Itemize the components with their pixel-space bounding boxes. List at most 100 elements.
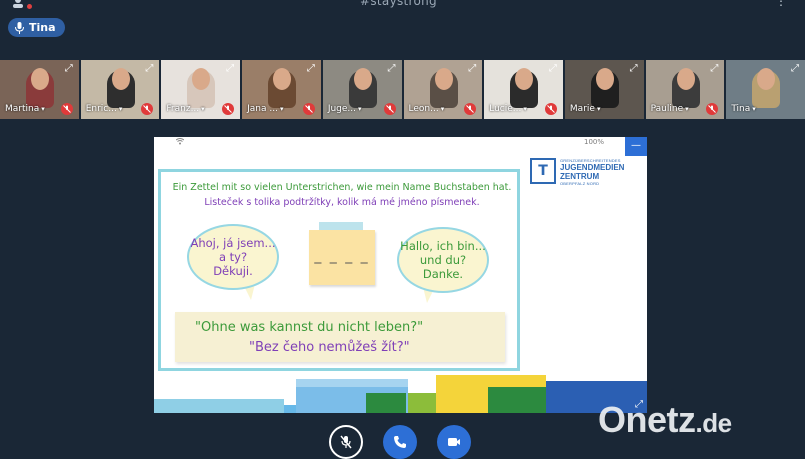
watermark-suffix: .de	[695, 408, 733, 438]
expand-icon[interactable]: ⤢	[466, 63, 478, 75]
participant-name[interactable]: Tina ▾	[731, 104, 755, 114]
user-pill-label: Tina	[29, 21, 56, 34]
meeting-title: #staystrong	[360, 0, 437, 8]
quote-german: "Ohne was kannst du nicht leben?"	[195, 320, 424, 335]
participant-tile[interactable]: ⤢ Pauline ▾	[645, 60, 725, 119]
chevron-down-icon: ▾	[118, 105, 123, 113]
participant-head	[111, 68, 130, 90]
expand-icon[interactable]: ⤢	[789, 63, 801, 75]
chevron-down-icon: ▾	[279, 105, 284, 113]
battery-label: 100%	[584, 138, 605, 146]
color-bar	[488, 375, 546, 387]
participant-head	[273, 68, 292, 90]
phone-icon	[394, 436, 406, 448]
notification-dot	[27, 4, 32, 9]
expand-icon[interactable]: ⤢	[547, 63, 559, 75]
bubble-left-line: Ahoj, já jsem...	[190, 236, 276, 250]
bubble-right-line: Hallo, ich bin...	[400, 239, 486, 253]
expand-icon[interactable]: ⤢	[305, 63, 317, 75]
participant-name[interactable]: Juge... ▾	[328, 104, 362, 114]
decorative-color-bars	[154, 373, 647, 413]
participant-head	[353, 68, 372, 90]
participant-name-label: Enric...	[85, 104, 117, 114]
chevron-down-icon: ▾	[440, 105, 445, 113]
color-bar	[436, 375, 488, 413]
participant-name-label: Marie	[569, 104, 595, 114]
participant-tile[interactable]: ⤢ Martina ▾	[0, 60, 79, 119]
participant-tile[interactable]: ⤢ Leon... ▾	[403, 60, 483, 119]
speech-bubble-right: Hallo, ich bin... und du? Danke.	[397, 227, 489, 293]
chevron-down-icon: ▾	[685, 105, 689, 113]
participant-name-label: Tina	[731, 104, 751, 114]
participant-name[interactable]: Pauline ▾	[651, 104, 689, 114]
top-bar: #staystrong ⋮ Tina	[0, 0, 805, 58]
expand-icon[interactable]: ⤢	[224, 63, 236, 75]
participant-tile[interactable]: ⤢ Jana ... ▾	[242, 60, 321, 119]
mic-off-icon	[340, 435, 352, 449]
expand-icon[interactable]: ⤢	[63, 63, 75, 75]
participant-name-label: Jana ...	[247, 104, 278, 114]
participant-tile[interactable]: ⤢ Enric... ▾	[80, 60, 160, 119]
chevron-down-icon: ▾	[752, 105, 756, 113]
participant-strip: ⤢ Martina ▾ ⤢ Enric... ▾ ⤢ Franz... ▾ ⤢ Jana ... ▾ ⤢…	[0, 60, 805, 119]
bubble-left-line: a ty?	[218, 250, 248, 264]
participant-name[interactable]: Lucie... ▾	[489, 104, 527, 114]
participant-name[interactable]: Martina ▾	[5, 104, 45, 114]
participant-tile[interactable]: ⤢ Franz... ▾	[161, 60, 241, 119]
expand-icon[interactable]: ⤢	[708, 63, 720, 75]
participant-name[interactable]: Jana ... ▾	[247, 104, 283, 114]
watermark-brand: Onetz	[598, 399, 696, 440]
participant-name-label: Pauline	[650, 104, 684, 114]
participant-name[interactable]: Marie ▾	[570, 104, 601, 114]
video-icon	[448, 438, 460, 446]
hangup-button[interactable]	[383, 425, 417, 459]
participant-tile[interactable]: ⤢ Tina ▾	[726, 60, 805, 119]
participant-name[interactable]: Enric... ▾	[86, 104, 123, 114]
expand-icon[interactable]: ⤢	[143, 63, 155, 75]
bubble-right-line: und du?	[419, 253, 467, 267]
participant-head	[31, 68, 49, 90]
user-pill[interactable]: Tina	[8, 18, 65, 37]
color-bar	[154, 399, 284, 413]
logo-line1: JUGENDMEDIEN	[560, 163, 625, 172]
participant-name-label: Martina	[5, 104, 40, 114]
chevron-down-icon: ▾	[523, 105, 527, 113]
color-bar	[296, 379, 408, 387]
wifi-icon	[175, 138, 185, 147]
more-icon[interactable]: ⋮	[775, 0, 787, 8]
microphone-icon	[15, 21, 24, 34]
participant-head	[595, 68, 614, 90]
chevron-down-icon: ▾	[41, 105, 45, 113]
video-toggle-button[interactable]	[437, 425, 471, 459]
slide-line-czech: Listeček s tolika podtržítky, kolik má m…	[204, 197, 480, 208]
mute-toggle-button[interactable]	[329, 425, 363, 459]
chevron-down-icon: ▾	[358, 105, 362, 113]
share-status-bar: 100%	[154, 137, 647, 150]
speech-bubble-left: Ahoj, já jsem... a ty? Děkuji.	[187, 224, 279, 290]
participant-tile[interactable]: ⤢ Marie ▾	[564, 60, 644, 119]
participant-tile[interactable]: ⤢ Juge... ▾	[322, 60, 402, 119]
bubble-right-line: Danke.	[422, 267, 464, 281]
muted-icon	[544, 103, 557, 115]
participant-head	[434, 68, 453, 90]
participant-name-label: Juge...	[327, 104, 357, 114]
muted-icon	[383, 103, 396, 115]
participant-name[interactable]: Leon... ▾	[409, 104, 445, 114]
watermark-logo: Onetz.de	[598, 399, 732, 441]
participant-tile[interactable]: ⤢ Lucie... ▾	[484, 60, 563, 119]
participant-name[interactable]: Franz... ▾	[166, 104, 204, 114]
expand-icon[interactable]: ⤢	[628, 63, 640, 75]
participant-name-label: Franz...	[166, 104, 200, 114]
minimize-share-button[interactable]: —	[625, 137, 647, 156]
slide: Ein Zettel mit so vielen Unterstrichen, …	[158, 169, 520, 371]
participant-name-label: Lucie...	[489, 104, 522, 114]
chevron-down-icon: ▾	[201, 105, 205, 113]
sticky-note-text: _ _ _ _	[314, 248, 370, 264]
muted-icon	[222, 103, 235, 115]
logo-subtext: OBERPFALZ NORD	[560, 181, 600, 186]
expand-icon[interactable]: ⤢	[386, 63, 398, 75]
bubble-left-line: Děkuji.	[213, 264, 253, 278]
logo-line2: ZENTRUM	[560, 172, 600, 181]
screen-share: 100% — T GRENZÜBERSCHREITENDES JUGENDMED…	[154, 137, 647, 413]
slide-line-german: Ein Zettel mit so vielen Unterstrichen, …	[172, 182, 512, 193]
